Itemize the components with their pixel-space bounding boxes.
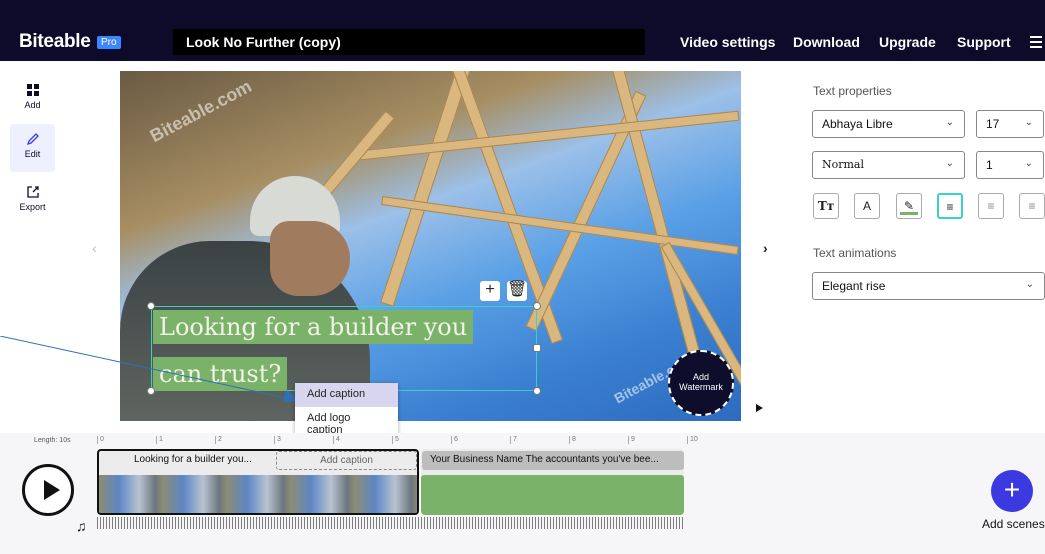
chevron-down-icon: ⌄ xyxy=(1024,158,1033,169)
font-weight-select[interactable]: Normal ⌄ xyxy=(812,151,965,179)
align-center-button[interactable]: ≡ xyxy=(978,193,1004,219)
ruler-tick: 2 xyxy=(215,436,222,444)
scene-1-thumbnails xyxy=(99,475,417,513)
text-color-icon: A xyxy=(862,199,871,213)
text-animation-select[interactable]: Elegant rise ⌄ xyxy=(812,272,1045,300)
text-color-button[interactable]: A xyxy=(854,193,880,219)
align-right-icon: ≡ xyxy=(1028,199,1036,213)
length-label: Length: 10s xyxy=(34,437,71,444)
ruler-tick: 4 xyxy=(333,436,340,444)
caption-context-menu: Add caption Add logo caption xyxy=(295,383,398,436)
font-family-value: Abhaya Libre xyxy=(822,117,893,131)
add-caption-chip[interactable]: Add caption xyxy=(276,451,417,470)
scene-2-caption-chip[interactable]: Your Business Name The accountants you'v… xyxy=(422,451,684,470)
scene-2-thumbnail xyxy=(421,475,684,515)
align-left-button[interactable]: ≡ xyxy=(937,193,963,219)
add-scenes-button[interactable]: + xyxy=(991,470,1033,512)
font-family-select[interactable]: Abhaya Libre ⌄ xyxy=(812,110,965,138)
text-case-button[interactable]: Tт xyxy=(813,193,839,219)
font-size-value: 17 xyxy=(986,117,1000,131)
scene-1-caption-chip[interactable]: Looking for a builder you... xyxy=(126,451,272,470)
hamburger-menu-icon[interactable] xyxy=(1030,36,1042,48)
play-button[interactable] xyxy=(22,464,74,516)
text-properties-heading: Text properties xyxy=(813,84,892,98)
next-scene-arrow-icon[interactable]: › xyxy=(763,240,768,256)
ruler-tick: 8 xyxy=(569,436,576,444)
font-size-select[interactable]: 17 ⌄ xyxy=(976,110,1044,138)
video-settings-link[interactable]: Video settings xyxy=(680,34,775,50)
app-logo[interactable]: Biteable xyxy=(19,31,91,53)
line-height-select[interactable]: 1 ⌄ xyxy=(976,151,1044,179)
project-title-input[interactable]: Look No Further (copy) xyxy=(173,29,645,55)
download-link[interactable]: Download xyxy=(793,34,860,50)
resize-handle[interactable] xyxy=(533,302,541,310)
annotation-arrow xyxy=(0,336,301,402)
sidebar-item-edit[interactable]: Edit xyxy=(10,124,55,172)
highlighter-icon: ✎ xyxy=(903,199,915,213)
pencil-icon xyxy=(26,133,39,146)
text-case-icon: Tт xyxy=(817,199,835,213)
text-animations-heading: Text animations xyxy=(813,246,897,260)
add-caption-menu-item[interactable]: Add caption xyxy=(295,383,398,407)
ruler-tick: 10 xyxy=(687,436,698,444)
watermark-label-1: Add xyxy=(692,372,709,382)
ruler-tick: 5 xyxy=(392,436,399,444)
add-watermark-button[interactable]: Add Watermark xyxy=(668,350,734,416)
previous-scene-arrow-icon[interactable]: ‹ xyxy=(92,240,97,256)
resize-handle[interactable] xyxy=(147,302,155,310)
resize-handle[interactable] xyxy=(533,387,541,395)
font-weight-value: Normal xyxy=(822,158,865,171)
support-link[interactable]: Support xyxy=(957,34,1011,50)
ruler-tick: 9 xyxy=(628,436,635,444)
add-scenes-label: Add scenes xyxy=(982,517,1045,531)
align-center-icon: ≡ xyxy=(987,199,995,213)
sidebar-item-label: Export xyxy=(19,202,46,212)
trash-icon[interactable]: 🗑 xyxy=(507,281,527,301)
highlight-color-button[interactable]: ✎ xyxy=(896,193,922,219)
audio-waveform[interactable] xyxy=(97,517,685,529)
pro-badge: Pro xyxy=(97,36,121,49)
watermark-label-2: Watermark xyxy=(679,382,723,392)
worker-face xyxy=(270,221,350,296)
chevron-down-icon: ⌄ xyxy=(945,158,954,169)
sidebar-item-export[interactable]: Export xyxy=(10,177,55,225)
ruler-tick: 7 xyxy=(510,436,517,444)
ruler-tick: 3 xyxy=(274,436,281,444)
resize-handle[interactable] xyxy=(533,344,541,352)
chevron-down-icon: ⌄ xyxy=(1025,279,1034,290)
align-left-icon: ≡ xyxy=(946,200,954,214)
upgrade-link[interactable]: Upgrade xyxy=(879,34,936,50)
sidebar-item-label: Edit xyxy=(24,149,41,159)
export-icon xyxy=(26,186,39,198)
background-watermark: Biteable.com xyxy=(146,75,255,147)
text-animation-value: Elegant rise xyxy=(822,279,886,293)
add-logo-caption-menu-item[interactable]: Add logo caption xyxy=(295,407,398,436)
preview-play-icon[interactable] xyxy=(756,404,763,412)
sidebar-item-label: Add xyxy=(24,100,41,110)
ruler-tick: 0 xyxy=(97,436,104,444)
line-height-value: 1 xyxy=(986,158,993,172)
chevron-down-icon: ⌄ xyxy=(945,117,954,128)
grid-icon xyxy=(26,84,39,96)
align-right-button[interactable]: ≡ xyxy=(1019,193,1045,219)
add-text-plus-icon[interactable]: + xyxy=(480,281,500,301)
chevron-down-icon: ⌄ xyxy=(1024,117,1033,128)
plus-icon: + xyxy=(1003,474,1021,505)
music-note-icon[interactable]: ♫ xyxy=(76,518,87,534)
ruler-tick: 6 xyxy=(451,436,458,444)
sidebar-item-add[interactable]: Add xyxy=(10,75,55,123)
ruler-tick: 1 xyxy=(156,436,163,444)
